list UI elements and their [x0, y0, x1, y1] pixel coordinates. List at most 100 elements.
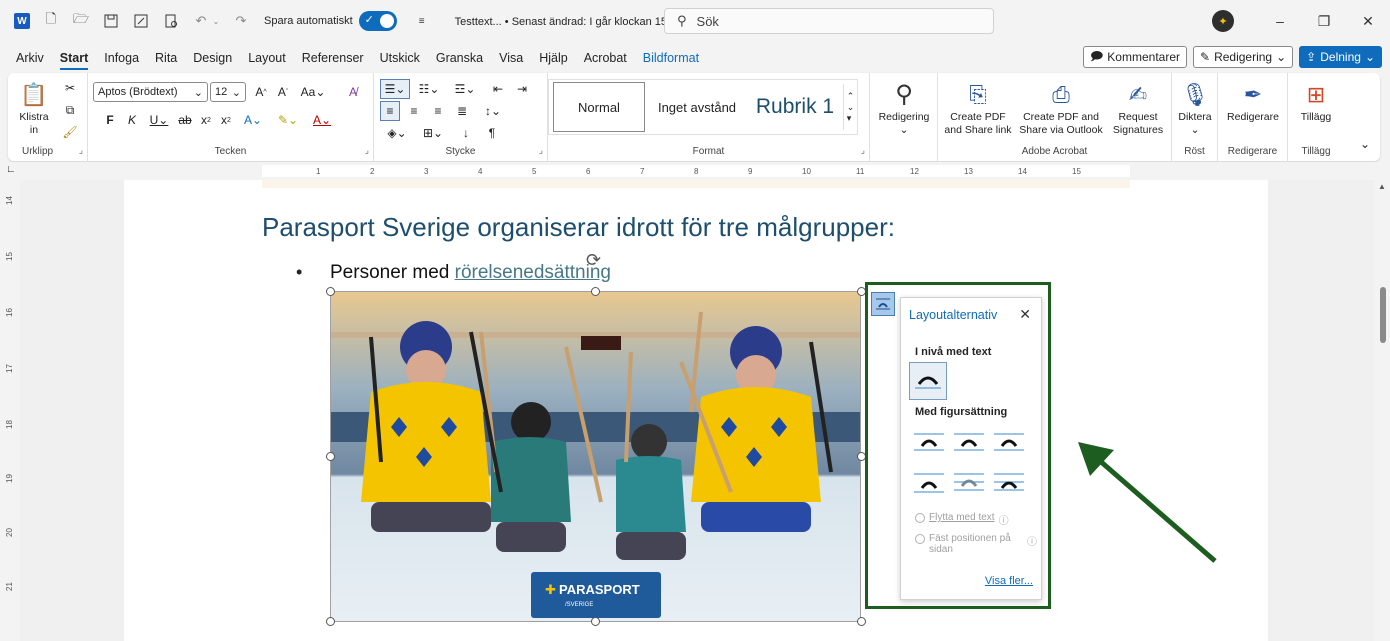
dialog-launcher-icon[interactable]: ⌟: [79, 145, 83, 156]
dictate-button[interactable]: 🎙 Diktera ⌄: [1174, 77, 1216, 137]
customize-quick-access-icon[interactable]: ≡: [413, 12, 431, 30]
resize-handle-se[interactable]: [857, 617, 866, 626]
grow-font-icon[interactable]: A ^: [252, 83, 270, 101]
tab-acrobat[interactable]: Acrobat: [584, 44, 627, 72]
wrap-top-bottom-option[interactable]: [913, 470, 945, 494]
editor-button[interactable]: ✒ Redigerare: [1222, 77, 1284, 124]
wrap-through-option[interactable]: [993, 430, 1025, 454]
resize-handle-w[interactable]: [326, 452, 335, 461]
align-center-icon[interactable]: ≡: [404, 101, 424, 121]
resize-handle-n[interactable]: [591, 287, 600, 296]
save-as-icon[interactable]: [132, 12, 150, 30]
borders-icon[interactable]: ⊞⌄: [418, 123, 448, 143]
increase-indent-icon[interactable]: ⇥: [512, 79, 532, 99]
dialog-launcher-icon[interactable]: ⌟: [861, 145, 865, 156]
align-left-icon[interactable]: ≡: [380, 101, 400, 121]
bold-icon[interactable]: F: [102, 111, 118, 129]
wrap-square-option[interactable]: [913, 430, 945, 454]
editing-button[interactable]: ⚲ Redigering ⌄: [872, 77, 936, 137]
addins-button[interactable]: ⊞ Tillägg: [1292, 77, 1340, 124]
bullets-icon[interactable]: ☰⌄: [380, 79, 410, 99]
new-document-icon[interactable]: 🗋: [42, 11, 60, 30]
minimize-icon[interactable]: –: [1258, 13, 1302, 29]
tab-bildformat[interactable]: Bildformat: [643, 44, 699, 72]
cut-icon[interactable]: ✂: [60, 79, 80, 97]
strikethrough-icon[interactable]: ab: [176, 111, 194, 129]
tab-layout[interactable]: Layout: [248, 44, 286, 72]
scroll-up-icon[interactable]: ▲: [1378, 182, 1386, 191]
search-input[interactable]: ⚲ Sök: [664, 8, 994, 34]
close-icon[interactable]: ✕: [1346, 13, 1390, 30]
shading-icon[interactable]: ◈⌄: [382, 123, 412, 143]
line-spacing-icon[interactable]: ↕⌄: [478, 101, 508, 121]
resize-handle-sw[interactable]: [326, 617, 335, 626]
italic-icon[interactable]: K: [124, 111, 140, 129]
scrollbar-thumb[interactable]: [1380, 287, 1386, 343]
tab-hjalp[interactable]: Hjälp: [539, 44, 568, 72]
vertical-scrollbar[interactable]: ▲: [1374, 180, 1390, 641]
show-marks-icon[interactable]: ¶: [482, 123, 502, 143]
undo-icon[interactable]: ↶: [192, 12, 210, 30]
resize-handle-s[interactable]: [591, 617, 600, 626]
autosave-switch[interactable]: [358, 11, 397, 31]
close-icon[interactable]: ✕: [1019, 306, 1031, 323]
align-right-icon[interactable]: ≡: [428, 101, 448, 121]
fix-position-radio[interactable]: Fäst positionen på sidan ⓘ: [915, 533, 1037, 555]
restore-icon[interactable]: ❐: [1302, 13, 1346, 30]
copy-icon[interactable]: ⧉: [60, 101, 80, 119]
open-folder-icon[interactable]: 🗁: [72, 11, 90, 30]
redo-icon[interactable]: ↷: [232, 12, 250, 30]
print-preview-icon[interactable]: [162, 12, 180, 30]
sledge-hockey-photo[interactable]: ✚ PARASPORT /SVERIGE: [330, 291, 861, 622]
bullet-item[interactable]: Personer med rörelsenedsättning: [330, 262, 611, 284]
resize-handle-nw[interactable]: [326, 287, 335, 296]
horizontal-ruler[interactable]: 1 2 3 4 5 6 7 8 9 10 11 12 13 14 15 ∟: [0, 162, 1390, 180]
tab-visa[interactable]: Visa: [499, 44, 523, 72]
move-with-text-radio[interactable]: Flytta med text ⓘ: [915, 512, 1009, 527]
tab-referenser[interactable]: Referenser: [302, 44, 364, 72]
font-color-icon[interactable]: A⌄: [308, 111, 336, 129]
share-button[interactable]: ⇪ Delning ⌄: [1299, 46, 1382, 68]
dialog-launcher-icon[interactable]: ⌟: [365, 145, 369, 156]
comments-button[interactable]: 🗩 Kommentarer: [1082, 46, 1187, 68]
text-effects-icon[interactable]: A⌄: [240, 111, 266, 129]
multilevel-list-icon[interactable]: ☲⌄: [450, 79, 480, 99]
font-size-combo[interactable]: 12 ⌄: [210, 82, 246, 102]
avatar[interactable]: ✦: [1212, 10, 1234, 32]
create-pdf-outlook-button[interactable]: ⎙ Create PDF and Share via Outlook: [1016, 77, 1106, 137]
change-case-button[interactable]: Aa ⌄: [298, 83, 328, 101]
font-name-combo[interactable]: Aptos (Brödtext) ⌄: [93, 82, 208, 102]
gallery-scroll-icon[interactable]: ⌃ ⌄ ▾: [843, 84, 857, 130]
style-heading1[interactable]: Rubrik 1: [749, 82, 841, 132]
sort-icon[interactable]: ↓: [456, 123, 476, 143]
wrap-tight-option[interactable]: [953, 430, 985, 454]
wrap-in-front-option[interactable]: [993, 470, 1025, 494]
tab-granska[interactable]: Granska: [436, 44, 483, 72]
format-painter-icon[interactable]: 🖌: [60, 123, 80, 141]
tab-design[interactable]: Design: [193, 44, 232, 72]
wrap-inline-option[interactable]: [909, 362, 947, 400]
superscript-icon[interactable]: x2: [218, 111, 234, 129]
tab-utskick[interactable]: Utskick: [380, 44, 420, 72]
subscript-icon[interactable]: x2: [198, 111, 214, 129]
collapse-ribbon-icon[interactable]: ⌄: [1358, 137, 1372, 151]
numbering-icon[interactable]: ☷⌄: [414, 79, 444, 99]
shrink-font-icon[interactable]: Aˇ: [274, 83, 292, 101]
dialog-launcher-icon[interactable]: ⌟: [539, 145, 543, 156]
create-pdf-share-link-button[interactable]: ⎘ Create PDF and Share link: [942, 77, 1014, 137]
layout-options-button[interactable]: [871, 292, 895, 316]
undo-dropdown-icon[interactable]: ⌄: [212, 12, 220, 30]
style-normal[interactable]: Normal: [553, 82, 645, 132]
document-title[interactable]: Testtext... • Senast ändrad: I går klock…: [455, 15, 695, 28]
highlight-icon[interactable]: ✎⌄: [274, 111, 302, 129]
paste-button[interactable]: 📋 Klistra in: [14, 77, 54, 137]
autosave-toggle[interactable]: Spara automatiskt: [264, 11, 397, 31]
tab-start[interactable]: Start: [59, 44, 89, 72]
decrease-indent-icon[interactable]: ⇤: [488, 79, 508, 99]
wrap-behind-text-option[interactable]: [953, 470, 985, 494]
editing-mode-button[interactable]: ✎ Redigering ⌄: [1193, 46, 1294, 68]
tab-selector-icon[interactable]: ∟: [6, 164, 16, 175]
justify-icon[interactable]: ≣: [452, 101, 472, 121]
document-heading[interactable]: Parasport Sverige organiserar idrott för…: [262, 212, 895, 243]
request-signatures-button[interactable]: ✍ Request Signatures: [1108, 77, 1168, 137]
